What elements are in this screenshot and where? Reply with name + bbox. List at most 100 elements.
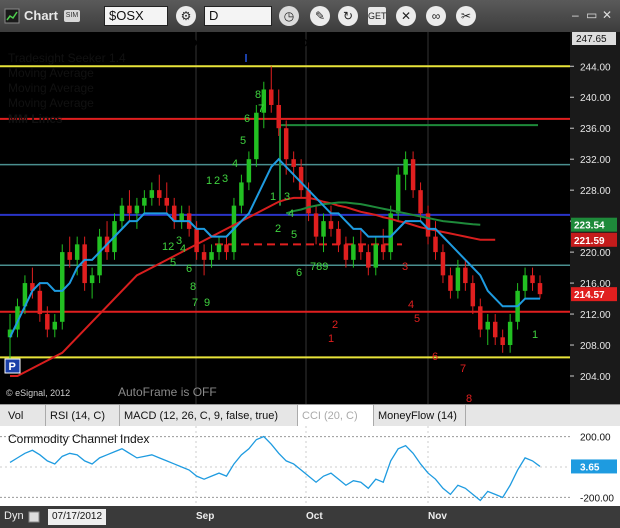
- seeker-count-green: 6: [186, 263, 192, 275]
- month-label: Nov: [428, 511, 447, 522]
- refresh-icon[interactable]: ↻: [338, 6, 358, 26]
- candle-body: [246, 159, 252, 183]
- p-marker-label: P: [9, 361, 16, 373]
- get-icon[interactable]: GET: [368, 7, 387, 25]
- clock-icon[interactable]: ◷: [279, 6, 299, 26]
- minimize-icon[interactable]: –: [572, 9, 584, 21]
- tab-rsi[interactable]: RSI (14, C): [46, 405, 120, 427]
- candle-body: [373, 244, 379, 268]
- candle-body: [433, 236, 438, 253]
- interval-input[interactable]: D: [204, 6, 272, 26]
- candle-body: [321, 221, 326, 237]
- candle-body: [351, 244, 356, 260]
- seeker-count-green: 12: [162, 241, 174, 253]
- link-icon[interactable]: ∞: [426, 6, 446, 26]
- dyn-mode[interactable]: Dyn: [4, 510, 24, 522]
- cci-pane[interactable]: Commodity Channel Index 200.00 -200.00 3.6…: [0, 426, 620, 506]
- candle-body: [97, 236, 102, 276]
- candle-body: [45, 314, 50, 330]
- candle-body: [463, 267, 468, 284]
- candle-body: [89, 275, 95, 284]
- seeker-count-red: 2: [332, 319, 338, 331]
- seeker-count-green: 1: [270, 191, 276, 203]
- cci-value-label: 3.65: [580, 462, 600, 473]
- candle-body: [448, 275, 453, 291]
- cci-chart[interactable]: Commodity Channel Index 200.00 -200.00 3.6…: [0, 426, 620, 506]
- close-circle-icon[interactable]: ✕: [396, 6, 416, 26]
- seeker-count-red: 1: [328, 333, 334, 345]
- seeker-count-green: 3: [222, 173, 228, 185]
- tab-vol[interactable]: Vol: [4, 405, 46, 427]
- study-label: Moving Average: [8, 96, 94, 110]
- candle-body: [134, 205, 140, 214]
- seeker-count-green: 2: [214, 175, 220, 187]
- candle-body: [313, 213, 319, 237]
- tab-cci[interactable]: CCI (20, C): [298, 405, 374, 427]
- seeker-count-green: 5: [291, 229, 297, 241]
- price-chart-pane[interactable]: 87654321314123456789256789112345678910 2…: [0, 31, 620, 427]
- seeker-count-green: 5: [170, 257, 176, 269]
- candle-body: [60, 252, 65, 322]
- start-date[interactable]: 07/17/2012: [48, 509, 106, 525]
- seeker-count-green: 1: [206, 175, 212, 187]
- candle-body: [410, 159, 416, 191]
- candle-body: [343, 244, 349, 260]
- sim-badge: SIM: [64, 10, 80, 22]
- y-tick-label: 228.00: [580, 186, 611, 197]
- price-chart[interactable]: 87654321314123456789256789112345678910 2…: [0, 31, 620, 427]
- candle-body: [298, 166, 304, 191]
- candle-body: [239, 182, 244, 206]
- cci-title: Commodity Channel Index: [8, 432, 149, 446]
- candle-body: [336, 228, 341, 245]
- seeker-count-green: 7: [258, 103, 264, 115]
- maximize-icon[interactable]: ▭: [586, 9, 598, 21]
- chart-window-icon: [4, 8, 20, 24]
- candle-body: [507, 321, 513, 346]
- candle-body: [157, 190, 162, 198]
- candle-body: [366, 252, 371, 268]
- seeker-count-green: 5: [240, 135, 246, 147]
- chart-window: Chart SIM $OSX ⚙ D ◷ ✎ ↻ GET ✕ ∞ ✂ – ▭ ✕…: [0, 0, 620, 528]
- seeker-count-green: 4: [180, 243, 186, 255]
- candle-body: [537, 283, 543, 295]
- dyn-toggle-icon[interactable]: [28, 511, 40, 523]
- close-icon[interactable]: ✕: [602, 9, 614, 21]
- study-label: Tradesight Seeker 1.4: [8, 51, 126, 65]
- candle-body: [440, 252, 446, 276]
- y-tick-label: 220.00: [580, 248, 611, 259]
- candle-body: [37, 290, 43, 315]
- seeker-count-red: 5: [414, 313, 420, 325]
- candle-body: [269, 89, 274, 105]
- price-tag-label: 223.54: [574, 221, 605, 232]
- month-label: Sep: [196, 511, 215, 522]
- seeker-count-green: 4: [232, 158, 238, 170]
- candle-body: [127, 205, 132, 214]
- candle-body: [306, 190, 311, 214]
- time-axis-bar: Dyn 07/17/2012 Sep Oct Nov: [0, 506, 620, 528]
- study-label: Moving Average: [8, 81, 94, 95]
- seeker-count-green: 8: [255, 89, 261, 101]
- candle-body: [485, 321, 490, 330]
- month-label: Oct: [306, 511, 323, 522]
- candle-body: [119, 205, 125, 222]
- tab-moneyflow[interactable]: MoneyFlow (14): [374, 405, 466, 427]
- tools-icon[interactable]: ✂: [456, 6, 476, 26]
- seeker-count-green: 3: [284, 191, 290, 203]
- candle-body: [194, 228, 199, 253]
- candle-body: [201, 252, 207, 260]
- autoframe-text: AutoFrame is OFF: [118, 385, 217, 399]
- y-tick-label: 240.00: [580, 93, 611, 104]
- candle-body: [395, 174, 401, 214]
- symbol-input[interactable]: $OSX: [104, 6, 168, 26]
- seeker-count-green: 4: [288, 208, 294, 220]
- candle-body: [142, 197, 147, 206]
- study-label: MM Lines: [8, 112, 63, 126]
- pencil-icon[interactable]: ✎: [310, 6, 330, 26]
- tab-macd[interactable]: MACD (12, 26, C, 9, false, true): [120, 405, 298, 427]
- candle-body: [455, 267, 461, 291]
- candle-body: [82, 244, 87, 284]
- y-tick-label: 236.00: [580, 124, 611, 135]
- gear-icon[interactable]: ⚙: [176, 6, 196, 26]
- candle-body: [67, 252, 72, 260]
- candle-body: [149, 190, 155, 198]
